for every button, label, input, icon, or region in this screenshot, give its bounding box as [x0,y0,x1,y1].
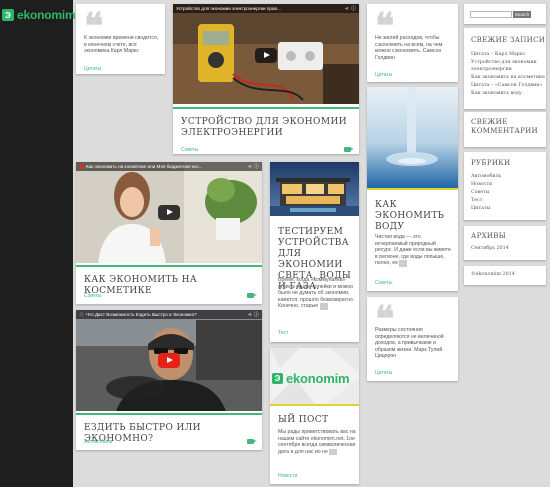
widget-rubrics: РУБРИКИ Автомобиль Новости Советы Тест Ц… [464,152,546,220]
video-camera-icon [344,147,354,152]
quote-card-marx[interactable]: ❝ К экономии времени сводится, в конечно… [76,4,165,74]
post-excerpt: Мы рады приветствовать вас на нашем сайт… [278,429,356,456]
recent-post-link[interactable]: Устройство для экономии [471,60,537,66]
post-card-driving[interactable]: Что Даст Возможность Ездить Быстро и Эко… [76,310,262,450]
divider [270,404,359,406]
post-excerpt: Время, когда «коммуналка» стоила сущие к… [278,277,355,310]
video-title: Что Даст Возможность Ездить Быстро и Эко… [86,312,197,317]
info-icon[interactable]: ⓘ [254,311,259,318]
quote-text: Не жалей расходов, чтобы сэкономить на в… [375,35,443,61]
post-card-water[interactable]: КАК ЭКОНОМИТЬ ВОДУ Чистая вода — это исч… [367,87,458,291]
logo-icon: Э [2,9,14,21]
post-card-house[interactable]: ТЕСТИРУЕМ УСТРОЙСТВА ДЛЯ ЭКОНОМИИ СВЕТА,… [270,162,359,342]
widget-recent-posts: СВЕЖИЕ ЗАПИСИ Цитата – Карл Маркс Устрой… [464,28,546,109]
video-title-bar: Как экономить на косметике или Моя бюдже… [76,162,262,171]
post-title[interactable]: ЫЙ ПОСТ [278,415,354,426]
channel-avatar [79,312,84,317]
video-title: Как экономить на косметике или Моя бюдже… [86,164,203,169]
share-icon[interactable]: ⋖ [248,164,252,170]
info-icon[interactable]: ⓘ [254,163,259,170]
widget-title: СВЕЖИЕ ЗАПИСИ [471,36,546,44]
read-more-button[interactable]: … [399,260,408,267]
post-title[interactable]: КАК ЭКОНОМИТЬ ВОДУ [375,200,445,233]
post-image-water [367,87,458,188]
post-excerpt: Чистая вода — это исчерпаемый природный … [375,234,451,267]
copyright-text: ©ekonomim 2014 [471,272,515,277]
post-title[interactable]: УСТРОЙСТВО ДЛЯ ЭКОНОМИИ ЭЛЕКТРОЭНЕРГИИ [181,117,351,139]
divider [76,265,262,267]
category-link[interactable]: Новости [278,473,297,479]
logo-text: ekonomim [17,8,76,22]
logo-text: ekonomim [286,371,350,386]
widget-title: РУБРИКИ [471,159,511,167]
site-logo[interactable]: Э ekonomim [2,8,76,22]
play-button[interactable] [158,353,180,368]
category-link[interactable]: Советы [181,147,199,153]
post-card-cosmetics[interactable]: Как экономить на косметике или Моя бюдже… [76,162,262,304]
recent-post-link[interactable]: Как экономить на косметике [471,75,545,81]
widget-copyright: ©ekonomim 2014 [464,266,546,285]
video-camera-icon [247,439,257,444]
divider [76,413,262,415]
rubric-link[interactable]: Автомобиль [471,174,501,180]
category-link[interactable]: Автомобиль [84,439,112,445]
widget-title: СВЕЖИЕ КОММЕНТАРИИ [471,118,538,135]
rubric-link[interactable]: Цитаты [471,206,490,212]
quote-card-goldwyn[interactable]: ❝ Не жалей расходов, чтобы сэкономить на… [367,4,458,82]
recent-post-link[interactable]: Цитата – «Самсон Голдвин» [471,83,542,89]
share-icon[interactable]: ⋖ [345,6,349,12]
search-input[interactable] [470,11,512,18]
category-link[interactable]: Советы [84,293,102,299]
quote-card-cicero[interactable]: ❝ Размеры состояния определяются не вели… [367,297,458,381]
recent-post-link[interactable]: Цитата – Карл Маркс [471,52,526,58]
post-image-brand: Э ekonomim [272,371,350,386]
post-card-energy-device[interactable]: Устройство для экономии электроэнергии п… [173,4,359,154]
widget-recent-comments: СВЕЖИЕ КОММЕНТАРИИ [464,112,546,147]
video-title: Устройство для экономии электроэнергии п… [176,6,281,11]
play-button[interactable] [158,205,180,220]
quote-text: Размеры состояния определяются не величи… [375,327,444,360]
logo-icon: Э [272,373,283,384]
video-embed[interactable]: Устройство для экономии электроэнергии п… [173,4,359,104]
post-title[interactable]: КАК ЭКОНОМИТЬ НА КОСМЕТИКЕ [84,275,254,297]
play-button[interactable] [255,48,277,63]
rubric-link[interactable]: Тест [471,198,482,204]
recent-post-link[interactable]: Как экономить воду [471,91,522,97]
video-camera-icon [247,293,257,298]
quote-text: К экономии времени сводится, в конечном … [84,35,159,55]
share-icon[interactable]: ⋖ [248,312,252,318]
recent-post-link[interactable]: электроэнергии [471,67,512,73]
category-link[interactable]: Цитаты [84,66,101,72]
info-icon[interactable]: ⓘ [351,5,356,12]
category-link[interactable]: Цитаты [375,370,392,376]
search-button[interactable]: Search [513,11,531,18]
left-sidebar: Э ekonomim [0,0,76,487]
channel-avatar [79,164,84,169]
rubric-link[interactable]: Советы [471,190,490,196]
divider [173,107,359,109]
widget-archives: АРХИВЫ Сентябрь 2014 [464,226,546,260]
rubric-link[interactable]: Новости [471,182,492,188]
post-image-house [270,162,359,216]
video-title-bar: Что Даст Возможность Ездить Быстро и Эко… [76,310,262,319]
widget-title: АРХИВЫ [471,232,506,240]
read-more-button[interactable]: … [329,448,338,456]
category-link[interactable]: Советы [375,280,393,286]
read-more-button[interactable]: … [319,303,328,310]
video-title-bar: Устройство для экономии электроэнергии п… [173,4,359,13]
video-embed[interactable]: Как экономить на косметике или Моя бюдже… [76,162,262,263]
category-link[interactable]: Тест [278,330,288,336]
video-embed[interactable]: Что Даст Возможность Ездить Быстро и Эко… [76,310,262,411]
divider [367,188,458,190]
post-card-first-post[interactable]: Э ekonomim ЫЙ ПОСТ Мы рады приветствоват… [270,348,359,484]
category-link[interactable]: Цитаты [375,72,392,78]
archive-link[interactable]: Сентябрь 2014 [471,246,509,252]
